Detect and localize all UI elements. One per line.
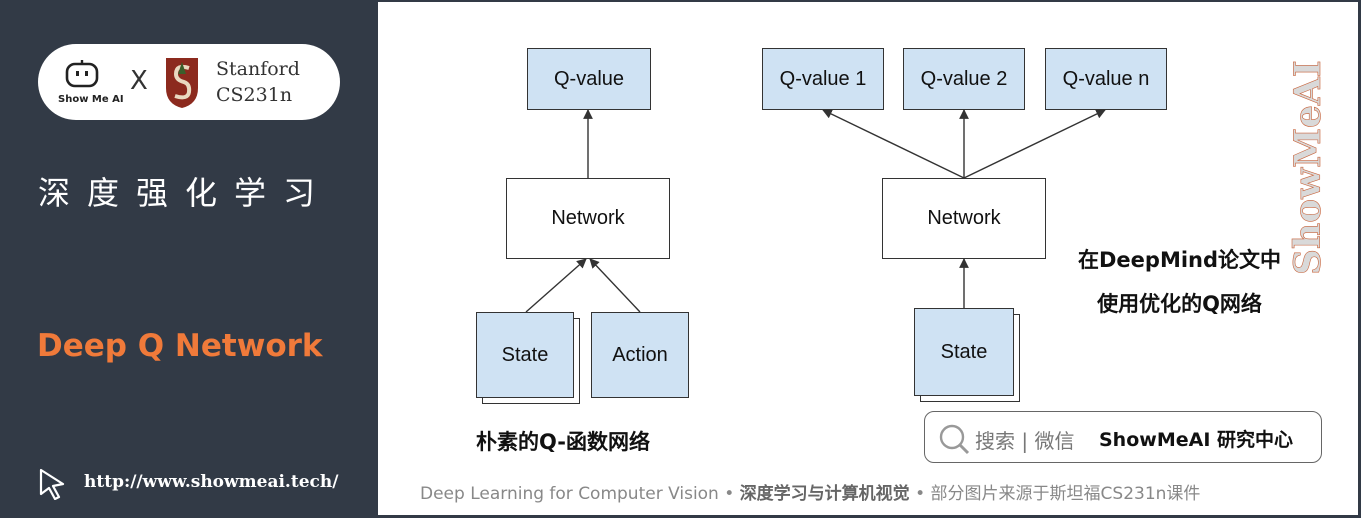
deepmind-note-line1: 在DeepMind论文中 [1078, 248, 1282, 272]
arrow-state-to-network [525, 258, 587, 313]
state-box: State [476, 312, 574, 398]
frame-top-border [378, 0, 1361, 2]
logo-cross: X [130, 66, 148, 96]
footer: Deep Learning for Computer Vision • 深度学习… [420, 479, 1200, 504]
q-value-box: Q-value [527, 48, 651, 110]
deepmind-note: 在DeepMind论文中 使用优化的Q网络 [1078, 238, 1281, 326]
q-value-1-box: Q-value 1 [762, 48, 884, 110]
search-prefix: 搜索 | 微信 [975, 429, 1075, 453]
deepmind-note-line2: 使用优化的Q网络 [1097, 292, 1262, 316]
showmeai-watermark: ShowMeAI [1290, 60, 1329, 275]
stanford-seal-icon [166, 58, 198, 108]
course-code: CS231n [216, 84, 293, 106]
footer-course-en: Deep Learning for Computer Vision [420, 484, 719, 504]
footer-course-cn: 深度学习与计算机视觉 [739, 484, 910, 504]
wechat-search-box[interactable]: 搜索 | 微信 ShowMeAI 研究中心 [924, 411, 1322, 463]
stanford-name: Stanford [216, 58, 300, 80]
arrow-network-to-qn [963, 109, 1106, 179]
state-box-right: State [914, 308, 1014, 396]
sidebar-panel: Show Me AI X Stanford CS231n 深度强化学习 Deep… [0, 0, 378, 518]
arrow-network-to-q1 [822, 109, 965, 179]
cursor-click-icon [39, 468, 65, 500]
chapter-title-cn: 深度强化学习 [38, 174, 333, 212]
stanford-label: Stanford CS231n [216, 56, 300, 108]
q-value-2-box: Q-value 2 [903, 48, 1025, 110]
search-icon [939, 424, 970, 455]
footer-source: 部分图片来源于斯坦福CS231n课件 [930, 484, 1201, 504]
left-diagram-caption: 朴素的Q-函数网络 [476, 430, 650, 454]
logo-banner: Show Me AI X Stanford CS231n [38, 44, 340, 120]
robot-logo-icon [65, 60, 99, 88]
search-brand: ShowMeAI 研究中心 [1099, 429, 1293, 451]
footer-sep-1: • [718, 484, 740, 504]
arrow-action-to-network [589, 258, 641, 313]
showmeai-logo-label: Show Me AI [58, 94, 124, 105]
q-value-n-box: Q-value n [1045, 48, 1167, 110]
website-link[interactable]: http://www.showmeai.tech/ [84, 472, 338, 492]
watermark-text: ShowMeAI [1290, 60, 1329, 275]
section-title-en: Deep Q Network [37, 328, 323, 364]
footer-sep-2: • [909, 484, 931, 504]
network-box-right: Network [882, 178, 1046, 259]
network-box: Network [506, 178, 670, 259]
action-box: Action [591, 312, 689, 398]
